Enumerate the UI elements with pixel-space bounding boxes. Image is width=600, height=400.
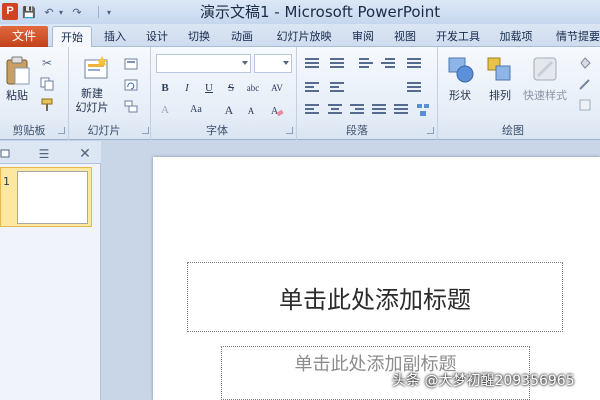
clipboard-group-label: 剪贴板 xyxy=(12,124,46,137)
tab-home[interactable]: 开始 xyxy=(52,26,92,48)
tab-slide-show[interactable]: 幻灯片放映 xyxy=(268,26,340,47)
tab-addins[interactable]: 加载项 xyxy=(494,26,538,47)
paste-icon[interactable] xyxy=(6,56,30,86)
powerpoint-app-icon[interactable]: P xyxy=(2,3,18,20)
paragraph-launcher-icon[interactable] xyxy=(427,127,434,134)
shapes-icon[interactable] xyxy=(447,56,475,84)
change-case-button[interactable]: Aa xyxy=(188,103,204,117)
qat-separator xyxy=(98,6,99,18)
redo-icon[interactable]: ↷ xyxy=(70,4,84,20)
tab-file[interactable]: 文件 xyxy=(0,26,48,47)
clear-formatting-icon[interactable]: A xyxy=(270,103,284,117)
tab-insert[interactable]: 插入 xyxy=(98,26,132,47)
svg-text:A: A xyxy=(271,106,279,117)
numbering-icon[interactable] xyxy=(330,58,344,70)
shrink-font-button[interactable]: A xyxy=(244,104,258,118)
tab-animations[interactable]: 动画 xyxy=(224,26,260,47)
font-size-combo[interactable] xyxy=(254,54,292,73)
reset-slide-icon[interactable] xyxy=(124,78,138,92)
underline-button[interactable]: U xyxy=(202,81,216,95)
bold-button[interactable]: B xyxy=(158,81,172,95)
bullets-icon[interactable] xyxy=(305,58,319,70)
quick-styles-button-label[interactable]: 快速样式 xyxy=(518,89,572,103)
new-slide-icon[interactable] xyxy=(84,56,110,82)
shapes-button-label[interactable]: 形状 xyxy=(442,89,478,103)
text-shadow-button[interactable]: abc xyxy=(244,81,262,95)
paragraph-group-label: 段落 xyxy=(346,124,368,137)
layout-icon[interactable] xyxy=(124,57,138,71)
shape-fill-icon[interactable] xyxy=(578,56,592,70)
text-direction-icon[interactable] xyxy=(407,82,421,94)
format-painter-icon[interactable] xyxy=(40,98,54,112)
shape-effects-icon[interactable] xyxy=(578,98,592,112)
slides-launcher-icon[interactable] xyxy=(142,127,149,134)
align-center-icon[interactable] xyxy=(328,104,342,116)
columns-icon[interactable] xyxy=(394,104,408,116)
customize-qat-icon[interactable]: ▾ xyxy=(104,4,114,20)
copy-icon[interactable] xyxy=(40,77,54,91)
arrange-button-label[interactable]: 排列 xyxy=(482,89,518,103)
decrease-indent-icon[interactable] xyxy=(359,58,373,70)
paste-button-label[interactable]: 粘贴 xyxy=(2,89,32,103)
character-spacing-button[interactable]: AV xyxy=(268,81,286,95)
justify-icon[interactable] xyxy=(372,104,386,116)
outline-tab-icon[interactable]: ☰ xyxy=(36,145,52,162)
font-color-icon[interactable]: A xyxy=(158,103,172,117)
section-icon[interactable] xyxy=(124,99,138,113)
tab-design[interactable]: 设计 xyxy=(140,26,174,47)
line-spacing-icon[interactable] xyxy=(407,58,421,70)
clipboard-launcher-icon[interactable] xyxy=(58,127,65,134)
drawing-group-label: 绘图 xyxy=(502,124,524,137)
slides-tab-icon[interactable] xyxy=(0,145,10,162)
font-launcher-icon[interactable] xyxy=(286,127,293,134)
slide-thumbnail[interactable] xyxy=(17,171,88,224)
smartart-icon[interactable] xyxy=(416,103,430,117)
undo-dropdown-icon[interactable]: ▾ xyxy=(57,4,65,20)
align-right-icon[interactable] xyxy=(350,104,364,116)
tab-view[interactable]: 视图 xyxy=(388,26,422,47)
arrange-icon[interactable] xyxy=(486,56,514,84)
undo-icon[interactable]: ↶ xyxy=(42,4,56,20)
cut-icon[interactable]: ✂ xyxy=(40,56,54,70)
decrease-list-level-icon[interactable] xyxy=(305,82,319,94)
slide-number: 1 xyxy=(3,175,10,188)
title-placeholder[interactable]: 单击此处添加标题 xyxy=(187,262,563,332)
tab-transitions[interactable]: 切换 xyxy=(182,26,216,47)
slides-group-label: 幻灯片 xyxy=(87,124,121,137)
font-name-combo[interactable] xyxy=(156,54,251,73)
tab-developer[interactable]: 开发工具 xyxy=(430,26,486,47)
window-title: 演示文稿1 - Microsoft PowerPoint xyxy=(200,3,441,21)
shape-outline-icon[interactable] xyxy=(578,77,592,91)
grow-font-button[interactable]: A xyxy=(222,103,236,117)
italic-button[interactable]: I xyxy=(180,81,194,95)
increase-list-level-icon[interactable] xyxy=(330,82,344,94)
tab-review[interactable]: 审阅 xyxy=(346,26,380,47)
font-group-label: 字体 xyxy=(206,124,228,137)
save-icon[interactable]: 💾 xyxy=(22,4,36,20)
new-slide-button-label[interactable]: 新建 幻灯片 xyxy=(72,87,112,115)
increase-indent-icon[interactable] xyxy=(381,58,395,70)
strikethrough-button[interactable]: S xyxy=(224,81,238,95)
align-left-icon[interactable] xyxy=(305,104,319,116)
quick-styles-icon[interactable] xyxy=(532,56,560,84)
tab-storyboarding[interactable]: 情节提要 xyxy=(550,26,600,47)
watermark-text: 头条 @大梦初醒209356965 xyxy=(392,373,575,389)
close-panel-icon[interactable]: ✕ xyxy=(78,145,92,162)
